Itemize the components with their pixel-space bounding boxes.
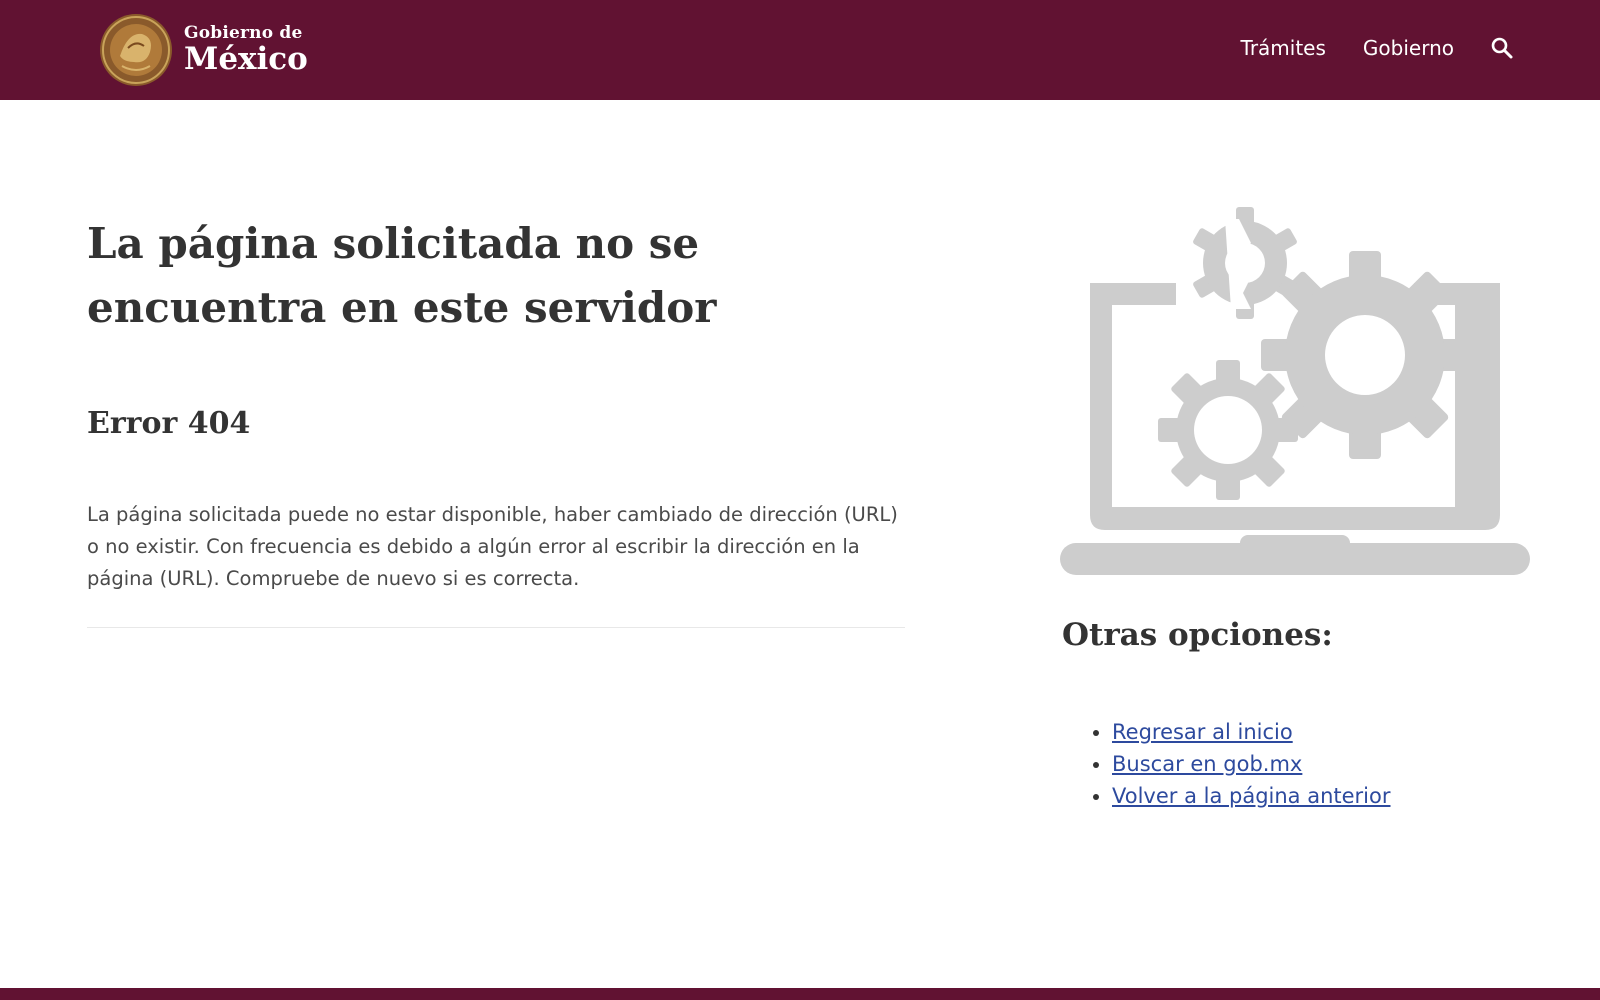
laptop-gears-icon xyxy=(1060,207,1530,575)
page-title: La página solicitada no se encuentra en … xyxy=(87,219,717,332)
footer-bar xyxy=(0,988,1600,1000)
brand-text: Gobierno de México xyxy=(184,25,308,75)
error-content: La página solicitada no se encuentra en … xyxy=(87,212,905,628)
content-divider xyxy=(87,627,905,628)
search-icon[interactable] xyxy=(1490,36,1514,60)
other-options-list: Regresar al inicio Buscar en gob.mx Volv… xyxy=(1062,716,1391,812)
top-navbar: Gobierno de México Trámites Gobierno xyxy=(0,0,1600,100)
home-logo-link[interactable]: Gobierno de México xyxy=(98,12,308,88)
list-item: Buscar en gob.mx xyxy=(1112,748,1391,780)
other-options-heading: Otras opciones: xyxy=(1062,617,1333,653)
nav-link-gobierno[interactable]: Gobierno xyxy=(1363,36,1454,60)
error-code-heading: Error 404 xyxy=(87,406,251,441)
brand-title: México xyxy=(184,41,308,77)
search-gobmx-link[interactable]: Buscar en gob.mx xyxy=(1112,752,1302,776)
list-item: Volver a la página anterior xyxy=(1112,780,1391,812)
nav-link-tramites[interactable]: Trámites xyxy=(1241,36,1326,60)
error-description: La página solicitada puede no estar disp… xyxy=(87,503,898,590)
go-back-link[interactable]: Volver a la página anterior xyxy=(1112,784,1391,808)
list-item: Regresar al inicio xyxy=(1112,716,1391,748)
main-nav: Trámites Gobierno xyxy=(1204,36,1514,60)
coat-of-arms-seal-icon xyxy=(100,14,172,86)
brand-subtitle: Gobierno de xyxy=(184,23,303,43)
go-home-link[interactable]: Regresar al inicio xyxy=(1112,720,1293,744)
